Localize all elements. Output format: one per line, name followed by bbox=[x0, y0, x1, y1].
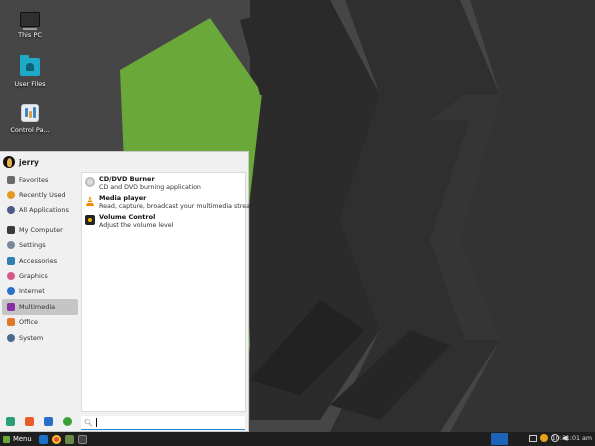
speaker-icon bbox=[85, 215, 95, 225]
category-label: System bbox=[19, 333, 44, 342]
office-icon bbox=[7, 318, 15, 327]
app-title: Volume Control bbox=[99, 213, 156, 221]
file-manager-icon[interactable] bbox=[64, 434, 74, 444]
category-list: Favorites Recently Used All Applications… bbox=[2, 172, 78, 345]
category-label: Settings bbox=[19, 241, 46, 250]
accessories-icon bbox=[7, 256, 15, 265]
show-desktop-launcher-icon[interactable] bbox=[38, 434, 48, 444]
favorites-icon bbox=[7, 175, 15, 184]
clock[interactable]: 10:31:01 am bbox=[552, 435, 592, 442]
desktop-icon-this-pc[interactable]: This PC bbox=[0, 12, 60, 39]
disc-icon bbox=[85, 177, 95, 187]
category-internet[interactable]: Internet bbox=[2, 284, 78, 299]
application-list: CD/DVD Burner CD and DVD burning applica… bbox=[81, 172, 256, 412]
network-icon[interactable] bbox=[529, 434, 537, 442]
category-multimedia[interactable]: Multimedia bbox=[2, 299, 78, 315]
category-system[interactable]: System bbox=[2, 330, 78, 345]
multimedia-icon bbox=[7, 302, 15, 311]
computer-icon bbox=[7, 225, 15, 234]
app-item-volume-control[interactable]: Volume Control Adjust the volume level bbox=[82, 211, 245, 230]
clock-icon bbox=[7, 191, 15, 200]
lock-icon[interactable] bbox=[25, 417, 34, 426]
app-description: Adjust the volume level bbox=[99, 221, 174, 229]
store-icon[interactable] bbox=[6, 417, 15, 426]
category-label: All Applications bbox=[19, 206, 69, 215]
gear-icon bbox=[7, 333, 15, 342]
category-label: Internet bbox=[19, 287, 45, 296]
category-all-applications[interactable]: All Applications bbox=[2, 203, 78, 218]
user-row[interactable]: jerry bbox=[3, 155, 39, 169]
settings-icon bbox=[7, 241, 15, 250]
category-label: Favorites bbox=[19, 175, 49, 184]
chrome-icon[interactable] bbox=[51, 434, 61, 444]
search-input[interactable] bbox=[96, 416, 245, 429]
vlc-cone-icon bbox=[86, 196, 94, 206]
user-name: jerry bbox=[19, 157, 39, 167]
internet-icon bbox=[7, 287, 15, 296]
category-label: Recently Used bbox=[19, 191, 66, 200]
desktop-icon-label: User Files bbox=[14, 80, 46, 88]
menu-logo-icon bbox=[3, 435, 10, 443]
desktop-icon-label: This PC bbox=[18, 31, 42, 39]
category-label: My Computer bbox=[19, 225, 63, 234]
desktop-icon-user-files[interactable]: User Files bbox=[0, 55, 60, 88]
app-item-media-player[interactable]: Media player Read, capture, broadcast yo… bbox=[82, 192, 256, 211]
category-label: Multimedia bbox=[19, 302, 56, 311]
taskbar: Menu ◀︎ 10:31:01 am bbox=[0, 432, 595, 446]
app-title: Media player bbox=[99, 194, 147, 202]
avatar bbox=[3, 156, 15, 168]
category-office[interactable]: Office bbox=[2, 315, 78, 330]
all-apps-icon bbox=[7, 206, 15, 215]
graphics-icon bbox=[7, 272, 15, 281]
category-label: Accessories bbox=[19, 256, 58, 265]
menu-button-label: Menu bbox=[13, 435, 32, 443]
app-description: Read, capture, broadcast your multimedia… bbox=[99, 202, 256, 210]
app-description: CD and DVD burning application bbox=[99, 183, 201, 191]
folder-user-icon bbox=[20, 55, 40, 76]
desktop-icon-control-panel[interactable]: Control Pa... bbox=[0, 104, 60, 134]
update-icon[interactable] bbox=[540, 434, 548, 442]
app-item-cd-dvd-burner[interactable]: CD/DVD Burner CD and DVD burning applica… bbox=[82, 173, 245, 192]
active-window-indicator[interactable] bbox=[491, 433, 508, 445]
restart-icon[interactable] bbox=[63, 417, 72, 426]
menu-button[interactable]: Menu bbox=[0, 432, 35, 446]
category-accessories[interactable]: Accessories bbox=[2, 253, 78, 268]
search-icon: 🔍︎ bbox=[84, 418, 93, 427]
menu-search-box[interactable]: 🔍︎ bbox=[81, 416, 245, 430]
category-recently-used[interactable]: Recently Used bbox=[2, 187, 78, 202]
terminal-icon[interactable] bbox=[77, 434, 87, 444]
category-my-computer[interactable]: My Computer bbox=[2, 222, 78, 237]
start-menu: jerry Favorites Recently Used All Applic… bbox=[0, 151, 256, 432]
category-label: Graphics bbox=[19, 272, 48, 281]
category-graphics[interactable]: Graphics bbox=[2, 268, 78, 283]
desktop-icon-label: Control Pa... bbox=[10, 126, 50, 134]
logout-icon[interactable] bbox=[44, 417, 53, 426]
category-settings[interactable]: Settings bbox=[2, 238, 78, 253]
category-label: Office bbox=[19, 318, 38, 327]
computer-icon bbox=[20, 12, 40, 30]
category-favorites[interactable]: Favorites bbox=[2, 172, 78, 187]
session-buttons bbox=[6, 417, 82, 426]
app-title: CD/DVD Burner bbox=[99, 175, 155, 183]
control-panel-icon bbox=[21, 104, 39, 122]
